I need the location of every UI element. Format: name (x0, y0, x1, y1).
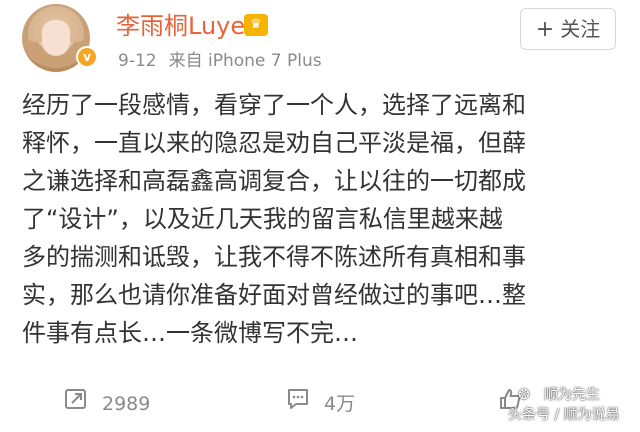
content-line: 之谦选择和高磊鑫高调复合，让以往的一切都成 (22, 167, 526, 195)
comment-button[interactable]: 4万 (286, 384, 355, 424)
crown-icon[interactable]: ♛ (244, 14, 268, 36)
verified-badge-icon: v (76, 46, 98, 68)
post-meta: 9-12 来自 iPhone 7 Plus (118, 48, 322, 74)
repost-button[interactable]: 2989 (64, 384, 150, 424)
follow-button[interactable]: + 关注 (520, 8, 616, 50)
plus-icon: + (535, 17, 555, 42)
content-line: 经历了一段感情，看穿了一个人，选择了远离和 (22, 91, 526, 119)
post-source: 来自 iPhone 7 Plus (168, 51, 322, 71)
comment-icon (286, 385, 310, 425)
post-date: 9-12 (118, 51, 157, 71)
content-line: 了“设计”，以及近几天我的留言私信里越来越 (22, 205, 503, 233)
follow-label: 关注 (560, 17, 601, 41)
username[interactable]: 李雨桐Luyee (116, 10, 260, 42)
content-line: 多的揣测和诋毁，让我不得不陈述所有真相和事 (22, 243, 526, 271)
post-header: v 李雨桐Luyee ♛ 9-12 来自 iPhone 7 Plus + 关注 (0, 0, 640, 84)
content-line: 件事有点长…一条微博写不完… (22, 319, 358, 347)
content-line: 实，那么也请你准备好面对曾经做过的事吧…整 (22, 281, 526, 309)
watermark-sub: 头条号 / 顺为说易 (508, 407, 620, 423)
avatar-face (42, 20, 70, 56)
watermark-brand: 顺为先生 (544, 387, 600, 403)
repost-count: 2989 (102, 393, 151, 415)
watermark-logo-icon: ❂ (518, 387, 530, 403)
comment-count: 4万 (324, 393, 356, 415)
repost-icon (64, 385, 88, 425)
content-line: 释怀，一直以来的隐忍是劝自己平淡是福，但薛 (22, 129, 526, 157)
post-content: 经历了一段感情，看穿了一个人，选择了远离和 释怀，一直以来的隐忍是劝自己平淡是福… (22, 86, 632, 352)
